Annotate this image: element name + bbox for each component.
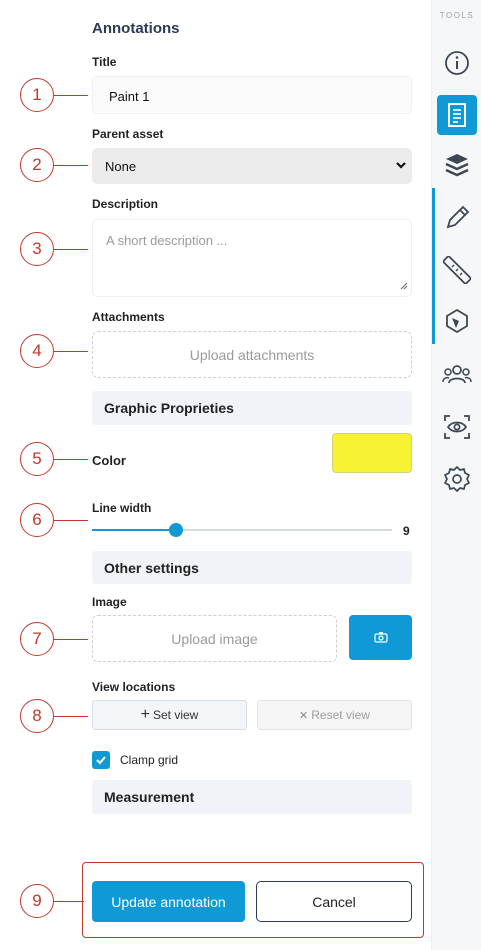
parent-asset-value: None bbox=[105, 159, 137, 174]
graphic-properties-section: Graphic Proprieties bbox=[92, 391, 412, 425]
ruler-icon[interactable] bbox=[442, 255, 472, 285]
set-view-button[interactable]: + Set view bbox=[92, 700, 247, 730]
attachments-label: Attachments bbox=[92, 310, 165, 324]
other-settings-title: Other settings bbox=[104, 559, 199, 576]
clamp-grid-label: Clamp grid bbox=[120, 753, 179, 767]
line-width-label: Line width bbox=[92, 501, 152, 515]
other-settings-section: Other settings bbox=[92, 551, 412, 584]
parent-asset-select[interactable]: None bbox=[92, 148, 412, 184]
reset-view-button[interactable]: ✕ Reset view bbox=[257, 700, 412, 730]
callout-5-line bbox=[54, 459, 88, 461]
callout-7-line bbox=[54, 639, 88, 641]
callout-6: 6 bbox=[20, 503, 54, 537]
line-width-slider[interactable] bbox=[92, 521, 392, 539]
reset-view-label: Reset view bbox=[311, 708, 370, 722]
set-view-label: Set view bbox=[152, 708, 199, 722]
users-icon[interactable] bbox=[442, 360, 472, 390]
callout-8-line bbox=[54, 716, 88, 718]
annotation-panel: Annotations Title Paint 1 Parent asset N… bbox=[72, 0, 430, 950]
upload-attachments-text: Upload attachments bbox=[189, 346, 315, 363]
info-icon[interactable] bbox=[442, 48, 472, 78]
callout-1-line bbox=[54, 95, 88, 97]
pencil-icon[interactable] bbox=[442, 203, 472, 233]
callout-2-line bbox=[54, 165, 88, 167]
graphic-properties-title: Graphic Proprieties bbox=[104, 400, 234, 416]
layers-icon[interactable] bbox=[442, 150, 472, 180]
callout-9: 9 bbox=[20, 884, 54, 918]
title-label: Title bbox=[92, 55, 117, 69]
update-annotation-label: Update annotation bbox=[111, 893, 226, 910]
camera-icon bbox=[373, 630, 388, 646]
callout-7: 7 bbox=[20, 622, 54, 656]
close-icon: ✕ bbox=[299, 709, 309, 722]
clamp-grid-checkbox[interactable] bbox=[92, 751, 110, 769]
upload-image-dropzone[interactable]: Upload image bbox=[92, 615, 337, 662]
color-label: Color bbox=[92, 453, 126, 468]
callout-1: 1 bbox=[20, 78, 54, 112]
resize-handle-icon[interactable] bbox=[400, 278, 408, 293]
line-width-value: 9 bbox=[403, 524, 410, 538]
chevron-down-icon bbox=[395, 159, 407, 174]
callout-3: 3 bbox=[20, 232, 54, 266]
callout-4-line bbox=[54, 351, 88, 353]
slider-fill bbox=[92, 529, 176, 531]
title-field[interactable]: Paint 1 bbox=[92, 76, 412, 114]
image-label: Image bbox=[92, 595, 127, 609]
title-value: Paint 1 bbox=[109, 89, 150, 104]
measurement-title: Measurement bbox=[104, 789, 195, 805]
document-icon[interactable] bbox=[437, 95, 477, 135]
slider-thumb[interactable] bbox=[169, 523, 183, 537]
callout-9-line bbox=[54, 901, 84, 903]
cancel-label: Cancel bbox=[312, 893, 356, 910]
panel-heading: Annotations bbox=[92, 20, 180, 37]
callout-5: 5 bbox=[20, 442, 54, 476]
color-swatch[interactable] bbox=[332, 433, 412, 473]
plus-icon: + bbox=[140, 706, 150, 723]
parent-asset-label: Parent asset bbox=[92, 127, 164, 141]
callout-4: 4 bbox=[20, 334, 54, 368]
description-placeholder: A short description ... bbox=[106, 233, 228, 248]
tools-label: TOOLS bbox=[439, 11, 475, 20]
callout-8: 8 bbox=[20, 699, 54, 733]
eye-scan-icon[interactable] bbox=[442, 412, 472, 442]
tools-sidebar: TOOLS bbox=[431, 0, 481, 950]
cancel-button[interactable]: Cancel bbox=[256, 881, 412, 922]
upload-image-text: Upload image bbox=[171, 630, 258, 647]
description-field[interactable]: A short description ... bbox=[92, 219, 412, 297]
description-label: Description bbox=[92, 197, 159, 211]
check-icon bbox=[96, 756, 106, 765]
callout-3-line bbox=[54, 249, 88, 251]
measurement-section: Measurement bbox=[92, 780, 412, 814]
callout-6-line bbox=[54, 520, 88, 522]
update-annotation-button[interactable]: Update annotation bbox=[92, 881, 245, 922]
settings-icon[interactable] bbox=[442, 464, 472, 494]
active-group-indicator bbox=[432, 188, 435, 344]
shape-icon[interactable] bbox=[442, 306, 472, 336]
view-locations-label: View locations bbox=[92, 680, 176, 694]
callout-2: 2 bbox=[20, 148, 54, 182]
camera-button[interactable] bbox=[349, 615, 412, 660]
upload-attachments-dropzone[interactable]: Upload attachments bbox=[92, 331, 412, 378]
